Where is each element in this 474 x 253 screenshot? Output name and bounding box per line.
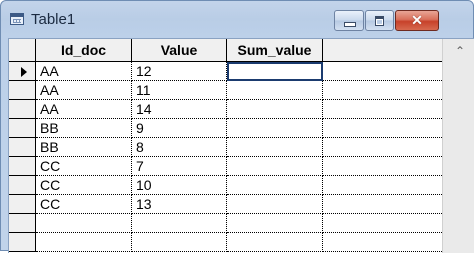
grid-header: Id_doc Value Sum_value (9, 39, 442, 62)
column-header-value[interactable]: Value (132, 39, 227, 61)
cell-value[interactable]: 7 (132, 157, 227, 176)
cell-value[interactable]: 8 (132, 138, 227, 157)
cell-blank[interactable] (323, 81, 442, 100)
cell-value[interactable]: 12 (132, 62, 227, 81)
cell-id-doc[interactable]: BB (36, 119, 132, 138)
cell-value[interactable]: 10 (132, 176, 227, 195)
cell-blank[interactable] (323, 214, 442, 233)
cell-id-doc[interactable]: AA (36, 62, 132, 81)
column-header-id-doc[interactable]: Id_doc (36, 39, 132, 61)
cell-blank[interactable] (323, 233, 442, 252)
cell-sum-value[interactable] (227, 176, 323, 195)
table-icon (10, 13, 24, 25)
cell-sum-value[interactable] (227, 195, 323, 214)
cell-value[interactable]: 13 (132, 195, 227, 214)
table-row[interactable]: BB 8 (9, 138, 442, 157)
cell-sum-value[interactable] (227, 214, 323, 233)
row-indicator[interactable] (9, 195, 36, 214)
row-indicator[interactable] (9, 214, 36, 233)
cell-sum-value[interactable] (227, 157, 323, 176)
cell-id-doc[interactable]: CC (36, 195, 132, 214)
table-row[interactable]: CC 13 (9, 195, 442, 214)
cell-sum-value[interactable] (227, 119, 323, 138)
cell-value[interactable] (132, 214, 227, 233)
header-corner (9, 39, 36, 61)
row-indicator[interactable] (9, 233, 36, 252)
title-bar[interactable]: Table1 ✕ (1, 1, 473, 38)
table-window: Table1 ✕ Id_doc Value Sum_value AA 12 AA 11… (0, 0, 474, 253)
column-header-blank[interactable] (323, 39, 442, 61)
scroll-up-button[interactable]: ⌃ (443, 39, 474, 61)
row-indicator[interactable] (9, 138, 36, 157)
window-title: Table1 (31, 11, 76, 28)
cell-value[interactable]: 14 (132, 100, 227, 119)
close-button[interactable]: ✕ (395, 10, 439, 31)
row-indicator[interactable] (9, 119, 36, 138)
cell-blank[interactable] (323, 157, 442, 176)
cell-value[interactable]: 11 (132, 81, 227, 100)
table-row[interactable]: AA 11 (9, 81, 442, 100)
cell-id-doc[interactable] (36, 214, 132, 233)
cell-id-doc[interactable]: CC (36, 176, 132, 195)
row-indicator[interactable] (9, 176, 36, 195)
cell-blank[interactable] (323, 62, 442, 81)
cell-sum-value[interactable] (227, 81, 323, 100)
cell-id-doc[interactable]: BB (36, 138, 132, 157)
cell-sum-value[interactable] (227, 100, 323, 119)
minimize-button[interactable] (334, 10, 364, 31)
vertical-scrollbar[interactable]: ⌃ (442, 39, 474, 253)
table-row[interactable]: BB 9 (9, 119, 442, 138)
row-indicator[interactable] (9, 81, 36, 100)
row-indicator[interactable] (9, 62, 36, 81)
cell-value[interactable] (132, 233, 227, 252)
column-header-sum-value[interactable]: Sum_value (227, 39, 323, 61)
close-icon: ✕ (411, 12, 423, 28)
cell-blank[interactable] (323, 100, 442, 119)
table-row[interactable] (9, 214, 442, 233)
table-row[interactable]: CC 10 (9, 176, 442, 195)
current-row-arrow-icon (21, 67, 27, 77)
cell-blank[interactable] (323, 119, 442, 138)
table-row[interactable]: AA 12 (9, 62, 442, 81)
cell-id-doc[interactable]: AA (36, 100, 132, 119)
table-row[interactable]: CC 7 (9, 157, 442, 176)
cell-blank[interactable] (323, 138, 442, 157)
row-indicator[interactable] (9, 157, 36, 176)
cell-blank[interactable] (323, 176, 442, 195)
cell-sum-value[interactable] (227, 138, 323, 157)
cell-id-doc[interactable]: AA (36, 81, 132, 100)
data-grid: Id_doc Value Sum_value AA 12 AA 11 AA 14 BB 9 BB… (8, 38, 474, 253)
table-row[interactable] (9, 233, 442, 252)
cell-value[interactable]: 9 (132, 119, 227, 138)
cell-sum-value[interactable] (227, 233, 323, 252)
table-row[interactable]: AA 14 (9, 100, 442, 119)
chevron-up-icon: ⌃ (455, 44, 466, 58)
cell-sum-value[interactable] (227, 62, 323, 81)
cell-blank[interactable] (323, 195, 442, 214)
maximize-button[interactable] (365, 10, 394, 31)
cell-id-doc[interactable] (36, 233, 132, 252)
row-indicator[interactable] (9, 100, 36, 119)
cell-id-doc[interactable]: CC (36, 157, 132, 176)
